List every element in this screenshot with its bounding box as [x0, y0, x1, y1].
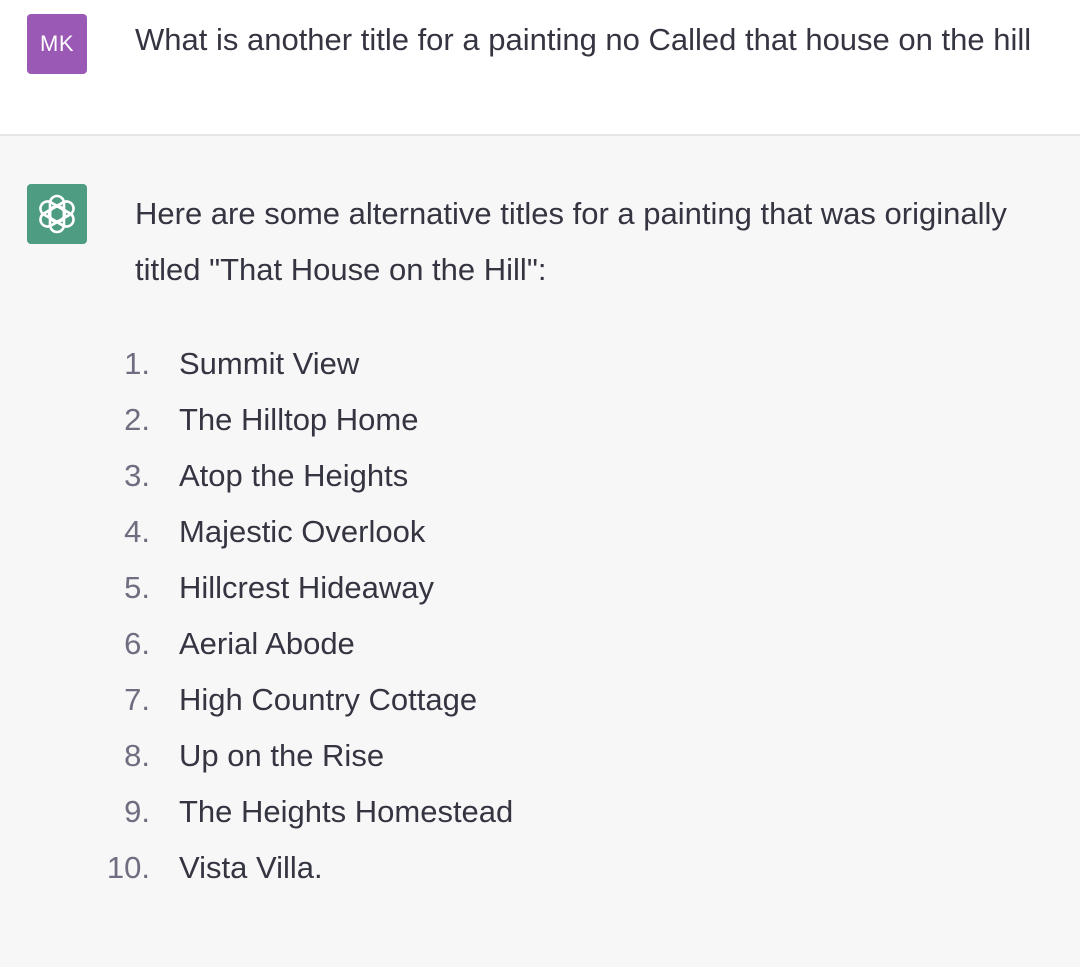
list-item-number: 2. [124, 402, 150, 437]
list-item-text: Majestic Overlook [179, 514, 426, 549]
list-item-text: Up on the Rise [179, 738, 385, 773]
list-item-text: High Country Cottage [179, 682, 478, 717]
list-item-number: 1. [124, 346, 150, 381]
list-item: 10. Vista Villa. [0, 840, 1080, 896]
user-avatar: MK [27, 14, 87, 74]
list-item-number: 3. [124, 458, 150, 493]
assistant-avatar [27, 184, 87, 244]
list-item: 7. High Country Cottage [0, 672, 1080, 728]
alternative-titles-list: 1. Summit View 2. The Hilltop Home 3. At… [0, 336, 1080, 896]
list-item: 6. Aerial Abode [0, 616, 1080, 672]
list-item: 5. Hillcrest Hideaway [0, 560, 1080, 616]
list-item-text: Vista Villa. [179, 850, 323, 885]
list-item-text: Hillcrest Hideaway [179, 570, 434, 605]
assistant-intro-text: Here are some alternative titles for a p… [135, 196, 1007, 287]
list-item: 2. The Hilltop Home [0, 392, 1080, 448]
list-item: 9. The Heights Homestead [0, 784, 1080, 840]
list-item-number: 8. [124, 738, 150, 773]
list-item-number: 5. [124, 570, 150, 605]
assistant-message-row: Here are some alternative titles for a p… [0, 136, 1080, 967]
list-item-text: The Heights Homestead [179, 794, 514, 829]
list-item: 3. Atop the Heights [0, 448, 1080, 504]
list-item: 8. Up on the Rise [0, 728, 1080, 784]
list-item-text: Summit View [179, 346, 360, 381]
list-item-number: 7. [124, 682, 150, 717]
chat-page: MK What is another title for a painting … [0, 0, 1080, 967]
list-item-number: 9. [124, 794, 150, 829]
list-item-number: 6. [124, 626, 150, 661]
list-item-text: The Hilltop Home [179, 402, 419, 437]
list-item-number: 4. [124, 514, 150, 549]
openai-logo-icon [39, 194, 75, 234]
user-message-text: What is another title for a painting no … [135, 22, 1032, 57]
list-item-number: 10. [106, 850, 150, 885]
list-item-text: Aerial Abode [179, 626, 355, 661]
list-item-text: Atop the Heights [179, 458, 409, 493]
list-item: 1. Summit View [0, 336, 1080, 392]
user-message-row: MK What is another title for a painting … [0, 0, 1080, 136]
list-item: 4. Majestic Overlook [0, 504, 1080, 560]
